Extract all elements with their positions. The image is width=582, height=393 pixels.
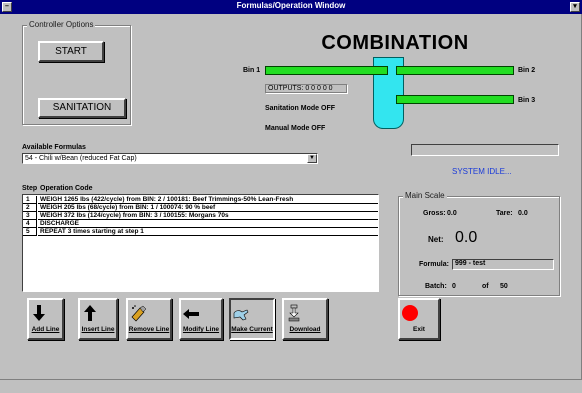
arrow-left-icon [183, 309, 199, 319]
step-cell: 3 [23, 212, 37, 220]
step-cell: 5 [23, 228, 37, 236]
step-cell: 1 [23, 196, 37, 204]
gross-label: Gross: [423, 210, 446, 217]
net-label: Net: [428, 235, 444, 244]
operation-code-column-header: Operation Code [40, 185, 93, 192]
step-column-header: Step [22, 185, 38, 192]
make-current-button[interactable]: Make Current [229, 298, 275, 340]
stop-sign-icon [402, 305, 418, 321]
tare-value: 0.0 [518, 210, 528, 217]
bin3-label: Bin 3 [518, 97, 536, 104]
modify-line-button[interactable]: Modify Line [179, 298, 223, 340]
controller-options-label: Controller Options [27, 20, 96, 29]
bin1-label: Bin 1 [243, 67, 261, 74]
table-row[interactable]: 5 REPEAT 3 times starting at step 1 [23, 228, 378, 236]
operation-cell: REPEAT 3 times starting at step 1 [38, 228, 378, 236]
system-status-text: SYSTEM IDLE... [452, 167, 512, 176]
available-formulas-label: Available Formulas [22, 144, 86, 151]
operation-cell: WEIGH 205 lbs (68/cycle) from BIN: 1 / 1… [38, 204, 378, 212]
step-cell: 2 [23, 204, 37, 212]
operation-cell: WEIGH 372 lbs (124/cycle) from BIN: 3 / … [38, 212, 378, 220]
sanitation-button[interactable]: SANITATION [38, 98, 126, 118]
bin2-label: Bin 2 [518, 67, 536, 74]
exit-label: Exit [413, 326, 425, 333]
download-button[interactable]: Download [282, 298, 328, 340]
formula-field: 999 - test [452, 259, 554, 270]
modify-line-label: Modify Line [182, 326, 220, 333]
window-title: Formulas/Operation Window [236, 1, 346, 10]
insert-line-button[interactable]: Insert Line [78, 298, 118, 340]
outputs-indicator: OUTPUTS: 0 0 0 0 0 [265, 84, 347, 93]
status-bar [0, 379, 582, 393]
eraser-icon [131, 305, 147, 322]
formula-label: Formula: [419, 261, 449, 268]
dropdown-arrow-icon[interactable]: ▼ [307, 154, 317, 163]
main-scale-label: Main Scale [403, 191, 447, 200]
bin3-bar [396, 95, 514, 104]
batch-value: 0 [452, 283, 456, 290]
formula-select[interactable]: 54 - Chili w/Bean (reduced Fat Cap) ▼ [22, 153, 318, 164]
tare-label: Tare: [496, 210, 513, 217]
minimize-icon[interactable]: ▾ [570, 2, 580, 12]
steps-table[interactable]: 1 WEIGH 1265 lbs (422/cycle) from BIN: 2… [22, 194, 379, 292]
sanitation-mode-status: Sanitation Mode OFF [265, 105, 335, 112]
remove-line-label: Remove Line [128, 326, 170, 333]
formulas-operation-window: – Formulas/Operation Window ▾ Controller… [0, 0, 582, 393]
arrow-down-icon [33, 305, 45, 321]
status-display [411, 144, 559, 156]
hand-pointer-icon [233, 309, 249, 321]
insert-line-label: Insert Line [81, 326, 115, 333]
batch-of-label: of [482, 283, 489, 290]
table-row[interactable]: 4 DISCHARGE [23, 220, 378, 228]
table-row[interactable]: 2 WEIGH 205 lbs (68/cycle) from BIN: 1 /… [23, 204, 378, 212]
remove-line-button[interactable]: Remove Line [126, 298, 172, 340]
batch-total-value: 50 [500, 283, 508, 290]
table-row[interactable]: 3 WEIGH 372 lbs (124/cycle) from BIN: 3 … [23, 212, 378, 220]
bin2-bar [396, 66, 514, 75]
operation-cell: DISCHARGE [38, 220, 378, 228]
formula-select-value: 54 - Chili w/Bean (reduced Fat Cap) [25, 155, 137, 162]
table-row[interactable]: 1 WEIGH 1265 lbs (422/cycle) from BIN: 2… [23, 196, 378, 204]
gross-value: 0.0 [447, 210, 457, 217]
combination-title: COMBINATION [321, 32, 469, 54]
download-label: Download [289, 326, 321, 333]
bin1-bar [265, 66, 388, 75]
operation-cell: WEIGH 1265 lbs (422/cycle) from BIN: 2 /… [38, 196, 378, 204]
manual-mode-status: Manual Mode OFF [265, 125, 326, 132]
batch-label: Batch: [425, 283, 447, 290]
add-line-button[interactable]: Add Line [27, 298, 64, 340]
net-value: 0.0 [455, 229, 478, 246]
start-button[interactable]: START [38, 41, 104, 62]
title-bar: – Formulas/Operation Window ▾ [0, 0, 582, 14]
download-icon [288, 304, 300, 322]
add-line-label: Add Line [31, 326, 60, 333]
make-current-label: Make Current [231, 326, 273, 333]
step-cell: 4 [23, 220, 37, 228]
arrow-up-icon [84, 305, 96, 321]
exit-button[interactable]: Exit [398, 298, 440, 340]
